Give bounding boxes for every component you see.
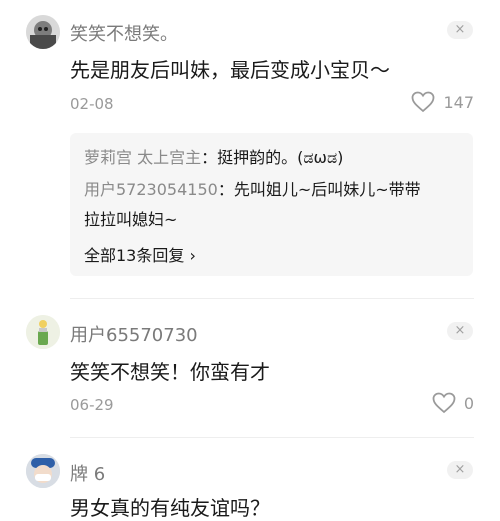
avatar[interactable]	[26, 15, 60, 49]
heart-icon	[432, 392, 456, 414]
reply-item: 萝莉宫 太上宫主：挺押韵的。(ಡωಡ)	[84, 148, 344, 167]
reply-username[interactable]: 用户5723054150	[84, 180, 218, 199]
dismiss-button[interactable]: ×	[447, 21, 473, 39]
comment-username[interactable]: 笑笑不想笑。	[70, 20, 178, 46]
like-count: 0	[463, 393, 474, 413]
reply-preview[interactable]: 萝莉宫 太上宫主：挺押韵的。(ಡωಡ) 用户5723054150：先叫姐儿~后叫…	[70, 133, 473, 276]
comment-username[interactable]: 牌 6	[70, 460, 105, 486]
avatar[interactable]	[26, 454, 60, 488]
heart-icon	[412, 91, 435, 113]
comment-username[interactable]: 用户65570730	[70, 321, 198, 347]
like-button[interactable]: 147	[411, 91, 474, 113]
reply-text: 先叫姐儿~后叫妹儿~带带	[233, 180, 421, 199]
comment-text: 先是朋友后叫妹，最后变成小宝贝～	[70, 58, 390, 82]
reply-text: 挺押韵的。(ಡωಡ)	[217, 148, 344, 167]
comment-text: 男女真的有纯友谊吗？	[70, 496, 270, 520]
divider	[70, 437, 474, 438]
reply-item: 用户5723054150：先叫姐儿~后叫妹儿~带带	[84, 180, 421, 199]
comment-date: 06-29	[70, 396, 114, 414]
reply-text-continued: 拉拉叫媳妇~	[84, 210, 178, 229]
comment-text: 笑笑不想笑！你蛮有才	[70, 360, 270, 384]
like-count: 147	[443, 92, 474, 112]
divider	[70, 298, 474, 299]
dismiss-button[interactable]: ×	[447, 322, 473, 340]
view-all-replies-link[interactable]: 全部13条回复 ›	[84, 242, 196, 266]
dismiss-button[interactable]: ×	[447, 461, 473, 479]
comment-date: 02-08	[70, 95, 114, 113]
reply-username[interactable]: 萝莉宫 太上宫主	[84, 148, 201, 167]
like-button[interactable]: 0	[432, 392, 474, 414]
avatar[interactable]	[26, 315, 60, 349]
